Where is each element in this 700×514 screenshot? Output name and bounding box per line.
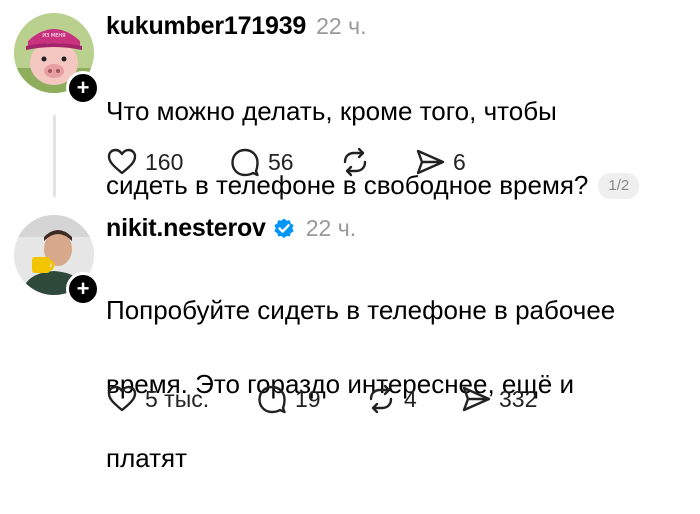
- comment-bubble-icon: [231, 148, 259, 177]
- repost-button[interactable]: [339, 146, 378, 178]
- share-count: 332: [499, 385, 538, 412]
- post-text-line: платят: [106, 443, 188, 473]
- like-count: 5 тыс.: [145, 385, 210, 412]
- comment-bubble-icon: [258, 385, 286, 414]
- post-text-line: Что можно делать, кроме того, чтобы: [106, 96, 557, 126]
- thread-line: [53, 115, 56, 197]
- svg-text:ИЗ МЕНЯ: ИЗ МЕНЯ: [42, 33, 65, 39]
- repost-icon: [369, 384, 393, 414]
- share-button[interactable]: 332: [460, 383, 537, 415]
- follow-plus-button[interactable]: +: [66, 272, 100, 306]
- timestamp: 22 ч.: [316, 13, 367, 39]
- comment-button[interactable]: 56: [229, 146, 294, 178]
- post-text-line: Попробуйте сидеть в телефоне в рабочее: [106, 295, 616, 325]
- page-indicator: 1/2: [598, 173, 640, 199]
- verified-badge-icon: [274, 218, 294, 238]
- repost-icon: [343, 147, 367, 177]
- comment-button[interactable]: 19: [256, 383, 321, 415]
- repost-count: 4: [404, 385, 417, 412]
- follow-plus-button[interactable]: +: [66, 71, 100, 105]
- timestamp: 22 ч.: [305, 215, 357, 241]
- send-icon: [462, 386, 491, 412]
- like-button[interactable]: 160: [106, 146, 183, 178]
- like-button[interactable]: 5 тыс.: [106, 383, 209, 415]
- heart-icon: [107, 148, 137, 175]
- share-count: 6: [453, 148, 466, 175]
- comment-count: 19: [295, 385, 321, 412]
- comment-count: 56: [268, 148, 294, 175]
- heart-icon: [107, 385, 137, 412]
- repost-button[interactable]: 4: [365, 383, 417, 415]
- username[interactable]: nikit.nesterov: [106, 214, 266, 243]
- like-count: 160: [145, 148, 184, 175]
- username[interactable]: kukumber171939: [106, 12, 306, 41]
- share-button[interactable]: 6: [414, 146, 466, 178]
- send-icon: [416, 149, 445, 175]
